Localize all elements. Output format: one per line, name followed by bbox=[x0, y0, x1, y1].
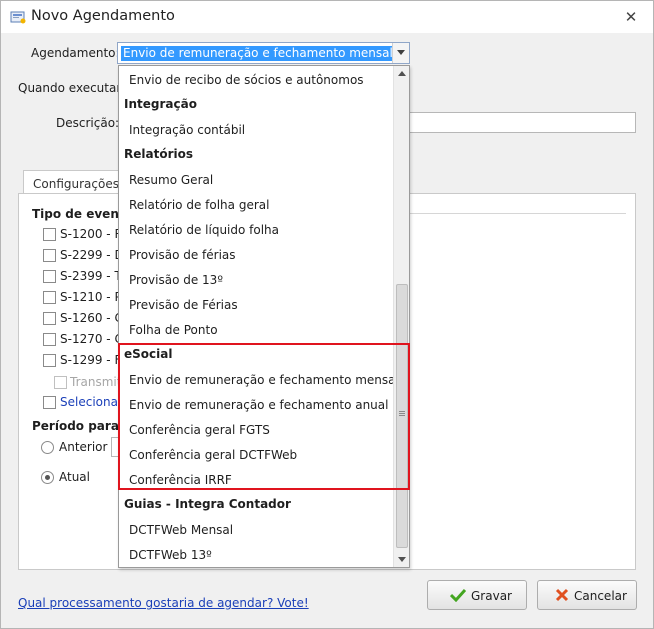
evento-checkbox[interactable] bbox=[43, 249, 56, 262]
save-label: Gravar bbox=[471, 589, 512, 603]
x-icon bbox=[555, 588, 569, 602]
scrollbar-thumb[interactable] bbox=[396, 284, 408, 548]
agendamento-combobox[interactable]: Envio de remuneração e fechamento mensal bbox=[117, 42, 410, 64]
dropdown-item[interactable]: Relatório de líquido folha bbox=[119, 217, 393, 242]
dropdown-item[interactable]: Conferência geral DCTFWeb bbox=[119, 442, 393, 467]
evento-checkbox[interactable] bbox=[43, 354, 56, 367]
atual-label: Atual bbox=[59, 470, 90, 484]
selecionar-checkbox[interactable] bbox=[43, 396, 56, 409]
transmitir-label: Transmiti bbox=[70, 375, 125, 389]
app-icon bbox=[10, 11, 26, 24]
dropdown-item[interactable]: Provisão de férias bbox=[119, 242, 393, 267]
dropdown-item[interactable]: Folha de Ponto bbox=[119, 317, 393, 342]
dropdown-group-header: Integração bbox=[124, 97, 197, 111]
evento-checkbox[interactable] bbox=[43, 228, 56, 241]
evento-checkbox[interactable] bbox=[43, 312, 56, 325]
scroll-up-icon[interactable] bbox=[394, 66, 410, 82]
dropdown-item[interactable]: Relatório de folha geral bbox=[119, 192, 393, 217]
dropdown-item[interactable]: Conferência geral FGTS bbox=[119, 417, 393, 442]
dropdown-item[interactable]: DCTFWeb 13º bbox=[119, 542, 393, 567]
cancel-label: Cancelar bbox=[574, 589, 627, 603]
dropdown-scrollbar[interactable] bbox=[393, 66, 409, 567]
dropdown-item[interactable]: Envio de recibo de sócios e autônomos bbox=[119, 67, 393, 92]
dropdown-item[interactable]: Previsão de Férias bbox=[119, 292, 393, 317]
grip-icon bbox=[399, 411, 405, 417]
title-bar: Novo Agendamento ✕ bbox=[1, 1, 653, 33]
descricao-input[interactable] bbox=[409, 112, 636, 133]
dropdown-item[interactable]: DCTFWeb Mensal bbox=[119, 517, 393, 542]
dropdown-group-header: Guias - Integra Contador bbox=[124, 497, 291, 511]
evento-checkbox[interactable] bbox=[43, 291, 56, 304]
save-button[interactable]: Gravar bbox=[427, 580, 527, 610]
window-title: Novo Agendamento bbox=[31, 8, 175, 24]
group-divider bbox=[410, 213, 626, 214]
dropdown-group-header: eSocial bbox=[124, 347, 173, 361]
combo-dropdown-button[interactable] bbox=[392, 43, 409, 63]
dropdown-item[interactable]: Envio de remuneração e fechamento anual … bbox=[119, 392, 409, 417]
close-icon[interactable]: ✕ bbox=[617, 5, 645, 29]
vote-link[interactable]: Qual processamento gostaria de agendar? … bbox=[18, 596, 309, 610]
quando-executar-label: Quando executar: bbox=[18, 81, 126, 95]
dialog-window: Novo Agendamento ✕ Agendamento: Envio de… bbox=[0, 0, 654, 629]
dropdown-item[interactable]: Integração contábil bbox=[119, 117, 393, 142]
agendamento-label: Agendamento: bbox=[31, 46, 120, 60]
chevron-down-icon bbox=[397, 50, 405, 55]
evento-checkbox[interactable] bbox=[43, 333, 56, 346]
tab-configuracoes[interactable]: Configurações bbox=[23, 170, 119, 194]
agendamento-dropdown-list[interactable]: Envio de recibo de sócios e autônomos In… bbox=[118, 65, 410, 568]
dropdown-group-header: Relatórios bbox=[124, 147, 193, 161]
anterior-radio[interactable] bbox=[41, 441, 54, 454]
dropdown-item[interactable]: Conferência IRRF bbox=[119, 467, 393, 492]
evento-checkbox[interactable] bbox=[43, 270, 56, 283]
descricao-label: Descrição: bbox=[56, 116, 120, 130]
dropdown-item[interactable]: Provisão de 13º bbox=[119, 267, 393, 292]
anterior-label: Anterior bbox=[59, 440, 108, 454]
check-icon bbox=[450, 588, 466, 602]
scroll-down-icon[interactable] bbox=[394, 551, 410, 567]
dropdown-item[interactable]: Resumo Geral bbox=[119, 167, 393, 192]
agendamento-selected-value: Envio de remuneração e fechamento mensal bbox=[121, 46, 395, 61]
atual-radio[interactable] bbox=[41, 471, 54, 484]
cancel-button[interactable]: Cancelar bbox=[537, 580, 637, 610]
transmitir-checkbox[interactable] bbox=[54, 376, 67, 389]
dropdown-item[interactable]: Envio de remuneração e fechamento mensal bbox=[119, 367, 399, 392]
selecionar-link[interactable]: Selecionar bbox=[60, 395, 123, 409]
